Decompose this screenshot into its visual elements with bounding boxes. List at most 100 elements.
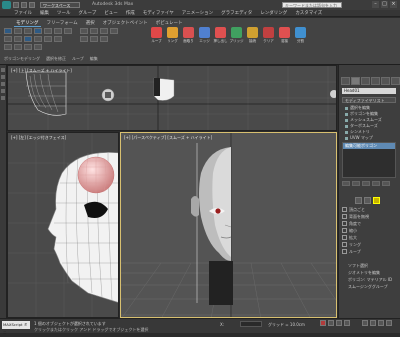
object-name-field[interactable]: Head01: [342, 88, 396, 94]
toolbar-icon[interactable]: [1, 75, 5, 79]
tool-edge[interactable]: エッジ: [198, 27, 211, 44]
selection-option[interactable]: リング: [342, 241, 396, 248]
undo-icon[interactable]: [54, 28, 62, 34]
play-icon[interactable]: [336, 320, 342, 326]
display-tab-icon[interactable]: [381, 77, 390, 85]
selection-option[interactable]: ループ: [342, 248, 396, 255]
rollout-header[interactable]: ポリゴン: マテリアル ID: [342, 276, 396, 283]
rollout-header[interactable]: ソフト選択: [342, 262, 396, 269]
tool-connect[interactable]: 接続: [246, 27, 259, 44]
ribbon-group-label[interactable]: ポリゴンモデリング: [4, 56, 40, 62]
fill-icon[interactable]: [80, 36, 88, 42]
modifier-item[interactable]: UVW マップ: [342, 135, 396, 141]
selection-option[interactable]: 拡大: [342, 234, 396, 241]
angle-snap-icon[interactable]: [14, 44, 22, 50]
edge-select-icon[interactable]: [364, 197, 371, 204]
viewport-label-top[interactable]: [+] [上] [スムーズ + ハイライト]: [11, 68, 72, 74]
minimize-icon[interactable]: –: [372, 1, 379, 8]
shift-icon[interactable]: [100, 28, 108, 34]
align-icon[interactable]: [34, 44, 42, 50]
redo-icon[interactable]: [64, 28, 72, 34]
rollout-header[interactable]: スムージンググループ: [342, 283, 396, 290]
menu-item[interactable]: アニメーション: [182, 10, 213, 16]
close-icon[interactable]: ×: [390, 1, 397, 8]
make-unique-icon[interactable]: [362, 181, 370, 186]
tool-extrude[interactable]: 押し出し: [214, 27, 228, 44]
menu-item[interactable]: カスタマイズ: [295, 10, 322, 16]
selection-option[interactable]: 縮小: [342, 227, 396, 234]
show-end-result-icon[interactable]: [352, 181, 360, 186]
mirror-icon[interactable]: [24, 44, 32, 50]
edge-mode-icon[interactable]: [14, 28, 22, 34]
ribbon-tab[interactable]: オブジェクトペイント: [101, 20, 150, 27]
go-to-start-icon[interactable]: [328, 320, 334, 326]
menu-item[interactable]: ファイル: [14, 10, 32, 16]
shrink-icon[interactable]: [14, 36, 22, 42]
tool-bridge[interactable]: ブリッジ: [230, 27, 244, 44]
ribbon-tab[interactable]: フリーフォーム: [45, 20, 80, 27]
app-logo-icon[interactable]: [2, 1, 11, 9]
auto-key-icon[interactable]: [320, 320, 326, 326]
pan-icon[interactable]: [378, 320, 384, 326]
go-to-end-icon[interactable]: [344, 320, 350, 326]
workspace-select[interactable]: ワークスペース: [40, 2, 80, 8]
loop-icon[interactable]: [80, 28, 88, 34]
move-icon[interactable]: [34, 36, 42, 42]
menu-item[interactable]: ビュー: [104, 10, 118, 16]
maxscript-listener[interactable]: MAXScript ミニ: [2, 321, 30, 335]
tool-ring[interactable]: リング: [166, 27, 179, 44]
ribbon-tab[interactable]: ポピュレート: [154, 20, 185, 27]
create-tab-icon[interactable]: [341, 77, 350, 85]
tool-loop[interactable]: ループ: [150, 27, 163, 44]
tool-chamfer[interactable]: 面取り: [182, 27, 195, 44]
menu-item[interactable]: 編集: [40, 10, 49, 16]
viewport-top[interactable]: [+] [上] [スムーズ + ハイライト]: [7, 65, 337, 131]
ribbon-tab[interactable]: 選択: [84, 20, 97, 27]
ring-icon[interactable]: [90, 28, 98, 34]
orbit-icon[interactable]: [386, 320, 392, 326]
menu-item[interactable]: グラフエディタ: [221, 10, 252, 16]
new-file-icon[interactable]: [13, 2, 19, 8]
border-mode-icon[interactable]: [24, 28, 32, 34]
selection-option[interactable]: 背面を無視: [342, 213, 396, 220]
scale-icon[interactable]: [54, 36, 62, 42]
menu-item[interactable]: レンダリング: [260, 10, 287, 16]
step-icon[interactable]: [90, 36, 98, 42]
ribbon-group-label[interactable]: ループ: [72, 56, 84, 62]
viewport-perspective[interactable]: [+] [パースペクティブ] [スムーズ + ハイライト]: [120, 132, 337, 318]
hierarchy-tab-icon[interactable]: [361, 77, 370, 85]
vertex-mode-icon[interactable]: [4, 28, 12, 34]
modifier-list-dropdown[interactable]: モディファイヤリスト: [342, 97, 396, 103]
polygon-select-icon[interactable]: [373, 197, 380, 204]
tool-divide[interactable]: 分割: [294, 27, 307, 44]
ribbon-tab[interactable]: モデリング: [14, 20, 41, 27]
viewport-label-perspective[interactable]: [+] [パースペクティブ] [スムーズ + ハイライト]: [124, 135, 212, 141]
motion-tab-icon[interactable]: [371, 77, 380, 85]
select-icon[interactable]: [24, 36, 32, 42]
toolbar-icon[interactable]: [1, 82, 5, 86]
menu-item[interactable]: モディファイヤ: [143, 10, 174, 16]
similar-icon[interactable]: [110, 28, 118, 34]
grow-icon[interactable]: [4, 36, 12, 42]
stack-item-editable-poly[interactable]: 編集可能ポリゴン: [343, 143, 395, 149]
menu-item[interactable]: 作成: [126, 10, 135, 16]
selection-option[interactable]: 角度で: [342, 220, 396, 227]
coordinate-x-field[interactable]: [240, 321, 262, 327]
configure-sets-icon[interactable]: [382, 181, 390, 186]
polygon-mode-icon[interactable]: [34, 28, 42, 34]
snap-icon[interactable]: [4, 44, 12, 50]
toolbar-icon[interactable]: [1, 96, 5, 100]
toolbar-icon[interactable]: [1, 68, 5, 72]
zoom-icon[interactable]: [362, 320, 368, 326]
element-mode-icon[interactable]: [44, 28, 52, 34]
modify-tab-icon[interactable]: [351, 77, 360, 85]
pin-stack-icon[interactable]: [342, 181, 350, 186]
tool-clear[interactable]: クリア: [262, 27, 275, 44]
rotate-icon[interactable]: [44, 36, 52, 42]
menu-item[interactable]: グループ: [79, 10, 97, 16]
maximize-icon[interactable]: □: [381, 1, 388, 8]
tool-weld[interactable]: 溶接: [278, 27, 291, 44]
ribbon-group-label[interactable]: 選択を修正: [46, 56, 66, 62]
utilities-tab-icon[interactable]: [391, 77, 400, 85]
zoom-all-icon[interactable]: [370, 320, 376, 326]
